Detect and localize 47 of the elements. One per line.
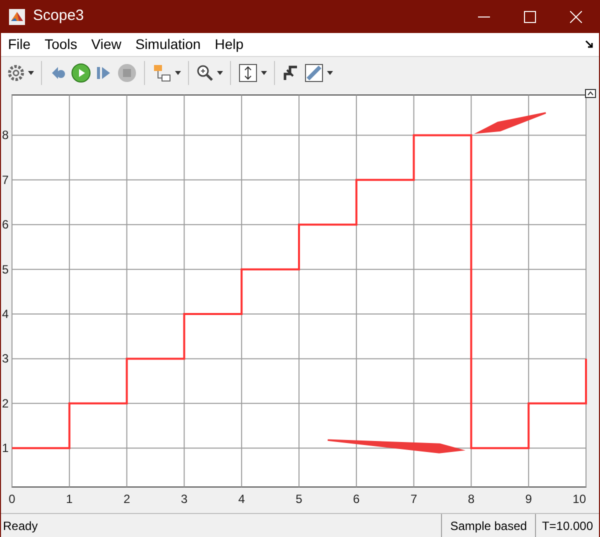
menu-item[interactable]: File <box>8 34 31 55</box>
caret-icon <box>327 70 333 74</box>
blocks-icon <box>152 62 172 82</box>
y-tick-label: 4 <box>2 307 9 322</box>
play-icon <box>71 62 91 82</box>
caret-icon <box>261 70 267 74</box>
x-tick-label: 4 <box>238 492 245 506</box>
x-tick-label: 0 <box>8 492 16 506</box>
arrow-icon[interactable] <box>585 40 594 49</box>
y-tick-label: 5 <box>2 262 9 276</box>
menu-item[interactable]: Help <box>214 34 244 55</box>
x-tick-label: 9 <box>525 492 532 506</box>
settings-icon <box>7 64 25 82</box>
zoom-icon <box>196 64 214 82</box>
app-icon <box>9 8 25 24</box>
status-text: Ready <box>2 518 39 534</box>
x-tick-label: 6 <box>353 492 360 506</box>
menu-item[interactable]: View <box>91 34 122 55</box>
x-tick-label: 7 <box>410 492 418 506</box>
y-tick-label: 3 <box>2 352 9 366</box>
y-tick-label: 2 <box>2 396 9 410</box>
window-title: Scope3 <box>33 6 84 26</box>
undock-icon[interactable] <box>585 89 596 98</box>
y-tick-label: 7 <box>2 172 9 187</box>
caret-icon <box>175 70 181 74</box>
stop-icon <box>117 62 137 82</box>
simulation-time: T=10.000 <box>534 514 599 537</box>
y-tick-label: 1 <box>2 441 9 456</box>
menu-item[interactable]: Simulation <box>135 34 201 55</box>
x-tick-label: 1 <box>66 492 73 506</box>
ruler-icon <box>304 62 324 82</box>
y-tick-label: 8 <box>2 128 9 142</box>
x-tick-label: 3 <box>180 492 188 506</box>
sample-mode: Sample based <box>441 514 535 537</box>
caret-icon <box>28 70 34 74</box>
caret-icon <box>217 70 223 74</box>
menu-item[interactable]: Tools <box>44 34 78 55</box>
autoscale-icon <box>238 62 258 82</box>
x-tick-label: 8 <box>468 492 475 506</box>
run-button[interactable] <box>69 60 93 84</box>
x-tick-label: 5 <box>296 492 302 506</box>
x-tick-label: 10 <box>572 492 586 506</box>
signal-icon <box>282 64 300 82</box>
y-tick-label: 6 <box>2 218 9 232</box>
x-tick-label: 2 <box>123 492 130 506</box>
maximize-icon[interactable] <box>524 10 536 22</box>
close-icon[interactable] <box>570 10 582 22</box>
